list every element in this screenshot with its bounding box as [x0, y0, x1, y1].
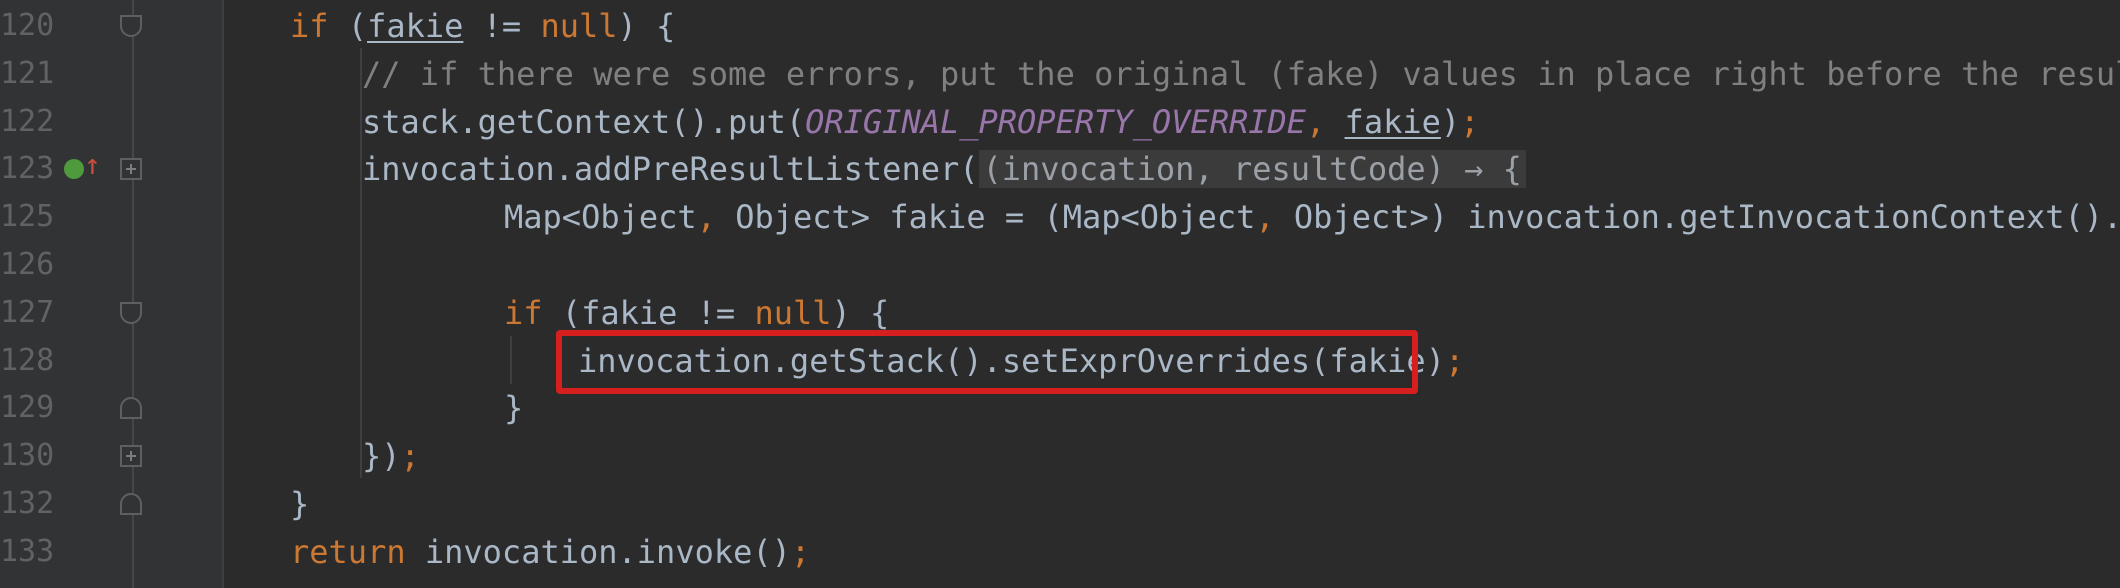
- code-text[interactable]: if (fakie != null) {: [290, 2, 675, 50]
- fold-collapse-icon[interactable]: [120, 301, 142, 324]
- line-number: 127: [0, 294, 55, 330]
- code-token: fakie: [367, 7, 464, 45]
- code-token: ,: [1306, 102, 1345, 141]
- code-token: invocation.addPreResultListener(: [362, 150, 979, 189]
- line-number: 125: [0, 199, 55, 235]
- code-text[interactable]: // if there were some errors, put the or…: [362, 50, 2120, 98]
- code-token: Object>) invocation.getInvocationContext…: [1293, 198, 2120, 237]
- code-token: ,: [696, 198, 736, 237]
- code-line[interactable]: 121 // if there were some errors, put the…: [0, 50, 2120, 98]
- code-token: ): [1440, 102, 1461, 141]
- code-token: (: [328, 7, 368, 45]
- code-token: (invocation, resultCode) → {: [978, 150, 1526, 189]
- code-token: ): [381, 437, 401, 476]
- code-line[interactable]: 122 stack.getContext().put(ORIGINAL_PROPE…: [0, 98, 2120, 146]
- line-number: 133: [0, 533, 55, 569]
- code-line[interactable]: 126: [0, 241, 2120, 289]
- code-token: ) {: [617, 7, 676, 45]
- code-token: null: [540, 7, 618, 45]
- line-number: 122: [0, 103, 55, 139]
- code-line[interactable]: 133 return invocation.invoke();: [0, 528, 2120, 576]
- code-token: stack.getContext().put(: [362, 102, 806, 141]
- code-token: // if there were some errors, put the or…: [362, 54, 2120, 93]
- code-token: }: [290, 485, 310, 523]
- code-text[interactable]: });: [362, 432, 420, 480]
- line-number: 121: [0, 55, 55, 91]
- code-line[interactable]: 132}: [0, 480, 2120, 528]
- line-number: 132: [0, 486, 55, 521]
- code-token: !=: [463, 7, 541, 45]
- implementation-marker-icon[interactable]: [64, 159, 84, 180]
- code-token: null: [754, 293, 832, 332]
- fold-collapse-icon[interactable]: [120, 397, 142, 420]
- code-token: (fakie !=: [542, 293, 755, 332]
- fold-collapse-icon[interactable]: [120, 15, 142, 37]
- code-text[interactable]: invocation.addPreResultListener((invocat…: [362, 145, 1526, 193]
- code-token: }: [362, 437, 382, 476]
- code-line[interactable]: 123 ↑ invocation.addPreResultListener((inv…: [0, 145, 2120, 193]
- code-token: }: [504, 389, 524, 428]
- code-line[interactable]: 130});: [0, 432, 2120, 480]
- code-token: fakie: [1344, 102, 1441, 141]
- code-token: ;: [400, 437, 420, 476]
- line-number: 128: [0, 342, 55, 378]
- override-arrow-icon[interactable]: ↑: [84, 151, 101, 179]
- code-token: ) {: [831, 293, 890, 332]
- code-token: return: [290, 532, 406, 571]
- code-token: ,: [1255, 198, 1294, 237]
- line-number: 120: [0, 8, 55, 43]
- code-text[interactable]: Map<Object, Object> fakie = (Map<Object,…: [504, 193, 2120, 241]
- code-token: if: [504, 293, 543, 332]
- code-text[interactable]: return invocation.invoke();: [290, 528, 810, 576]
- highlight-annotation-box: [556, 330, 1418, 394]
- fold-expand-icon[interactable]: [120, 158, 142, 181]
- fold-expand-icon[interactable]: [120, 445, 142, 468]
- code-token: Object> fakie = (Map<Object: [735, 198, 1256, 237]
- code-token: invocation.invoke(): [405, 532, 791, 571]
- code-editor[interactable]: 120 if (fakie != null) {121// if there we…: [0, 0, 2120, 588]
- line-number: 126: [0, 247, 55, 282]
- code-text[interactable]: stack.getContext().put(ORIGINAL_PROPERTY…: [362, 98, 1479, 146]
- code-text[interactable]: }: [290, 480, 309, 528]
- code-token: ;: [1444, 341, 1465, 380]
- code-line[interactable]: 120 if (fakie != null) {: [0, 2, 2120, 50]
- code-text[interactable]: }: [504, 384, 523, 432]
- code-token: ;: [1460, 102, 1480, 141]
- fold-collapse-icon[interactable]: [120, 493, 142, 515]
- code-token: if: [290, 7, 329, 45]
- code-line[interactable]: 125 Map<Object, Object> fakie = (Map<Obje…: [0, 193, 2120, 241]
- code-token: ;: [790, 532, 811, 571]
- line-number: 129: [0, 390, 55, 426]
- line-number: 123: [0, 151, 55, 187]
- code-token: Map<Object: [504, 198, 697, 237]
- code-token: ORIGINAL_PROPERTY_OVERRIDE: [805, 102, 1307, 141]
- line-number: 130: [0, 438, 55, 474]
